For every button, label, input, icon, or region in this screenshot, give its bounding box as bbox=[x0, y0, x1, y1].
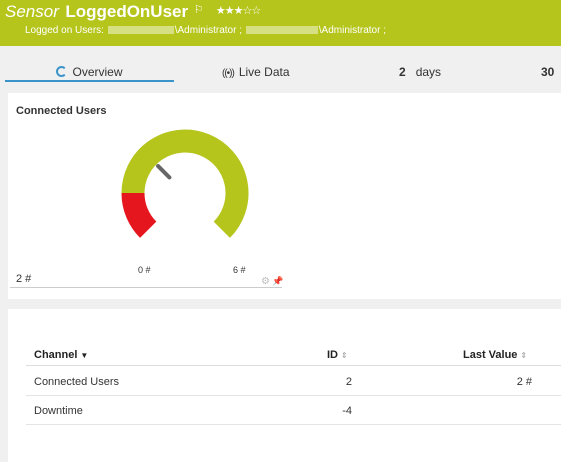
table-row[interactable]: Connected Users 2 2 # bbox=[8, 366, 561, 395]
cell-id: -4 bbox=[342, 405, 352, 417]
gauge-min-label: 0 # bbox=[138, 265, 151, 275]
channel-table-card: Channel ▼ ID ⇕ Last Value ⇕ Connected Users… bbox=[8, 309, 561, 462]
sort-icon: ⇕ bbox=[341, 351, 348, 360]
current-value: 2 # bbox=[16, 273, 32, 285]
tab-live-data[interactable]: ((•)) Live Data bbox=[222, 58, 290, 88]
gauge-red-zone bbox=[121, 192, 157, 238]
sort-icon: ⇕ bbox=[520, 351, 527, 360]
cell-channel[interactable]: Connected Users bbox=[34, 376, 119, 388]
tab-overview[interactable]: Overview bbox=[5, 58, 174, 82]
gauge-card: Connected Users 2 # 0 # 6 # ⚙ 📌 bbox=[8, 93, 561, 299]
col-id-label: ID bbox=[327, 349, 338, 361]
sort-desc-icon: ▼ bbox=[80, 351, 89, 360]
gauge-max-label: 6 # bbox=[233, 265, 246, 275]
tab-bar: Overview ((•)) Live Data 2 days 30 bbox=[0, 58, 561, 82]
sensor-name: LoggedOnUser bbox=[65, 2, 189, 21]
flag-icon[interactable]: ⚐ bbox=[194, 3, 204, 16]
gauge-divider bbox=[10, 287, 282, 288]
gauge-needle bbox=[156, 164, 172, 180]
row-divider bbox=[26, 424, 561, 425]
gear-icon[interactable]: ⚙ bbox=[261, 276, 270, 287]
sensor-header: Sensor LoggedOnUser ⚐ ★★★☆☆ Logged on Us… bbox=[0, 0, 561, 46]
redacted-text bbox=[107, 26, 174, 35]
col-last-value-label: Last Value bbox=[463, 349, 518, 361]
live-data-icon: ((•)) bbox=[222, 68, 235, 79]
days-label: days bbox=[415, 65, 442, 79]
tab-overview-label: Overview bbox=[72, 65, 123, 79]
gauge-title: Connected Users bbox=[16, 105, 107, 117]
days-value: 2 bbox=[399, 65, 406, 79]
cell-id: 2 bbox=[345, 376, 352, 388]
cell-channel[interactable]: Downtime bbox=[34, 405, 83, 417]
sensor-title: Sensor LoggedOnUser ⚐ ★★★☆☆ bbox=[5, 2, 261, 22]
priority-stars[interactable]: ★★★☆☆ bbox=[216, 4, 261, 17]
user1-suffix: \Administrator ; bbox=[174, 25, 242, 36]
tab-days[interactable]: 2 days bbox=[399, 58, 441, 86]
overview-icon bbox=[56, 66, 68, 77]
gauge-chart bbox=[121, 129, 249, 238]
logged-users-line: Logged on Users: \Administrator ; \Admin… bbox=[25, 25, 386, 36]
pin-icon[interactable]: 📌 bbox=[272, 276, 283, 287]
col-header-channel[interactable]: Channel ▼ bbox=[34, 349, 88, 361]
col-channel-label: Channel bbox=[34, 349, 78, 361]
user2-suffix: \Administrator ; bbox=[318, 25, 387, 36]
tab-thirty[interactable]: 30 bbox=[541, 58, 554, 86]
logged-users-label: Logged on Users: bbox=[25, 25, 104, 36]
col-header-last-value[interactable]: Last Value ⇕ bbox=[463, 349, 527, 361]
table-row[interactable]: Downtime -4 bbox=[8, 395, 561, 424]
cell-last-value: 2 # bbox=[516, 376, 532, 388]
tab-live-label: Live Data bbox=[238, 65, 290, 79]
col-header-id[interactable]: ID ⇕ bbox=[327, 349, 348, 361]
sensor-prefix: Sensor bbox=[5, 2, 59, 21]
redacted-text bbox=[245, 26, 318, 35]
